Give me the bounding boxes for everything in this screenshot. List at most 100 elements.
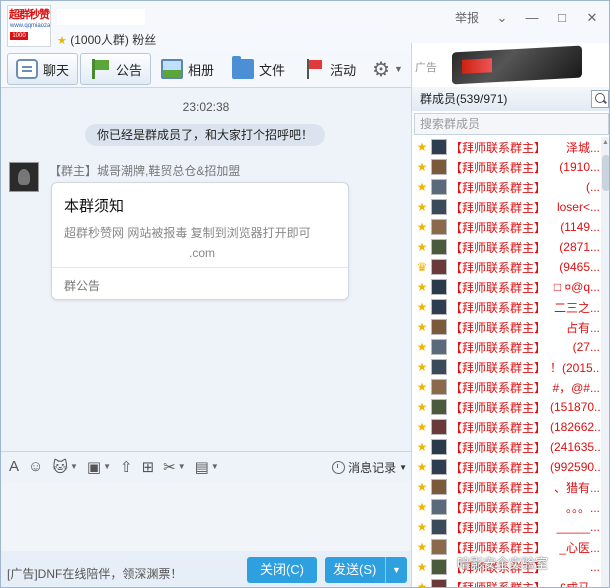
member-tag: 【拜师联系群主】 — [450, 240, 547, 255]
member-avatar[interactable] — [431, 339, 447, 355]
member-row[interactable]: ★ 【拜师联系群主】 £成马... — [412, 577, 600, 587]
member-avatar[interactable] — [431, 399, 447, 415]
chat-messages[interactable]: 23:02:38 你已经是群成员了，和大家打个招呼吧！ 【群主】城哥潮牌,鞋贸总… — [1, 87, 411, 451]
member-row[interactable]: ★ 【拜师联系群主】 (2871... — [412, 237, 600, 257]
member-row[interactable]: ★ 【拜师联系群主】 (... — [412, 177, 600, 197]
member-nickname: (2871... — [559, 240, 600, 254]
member-avatar[interactable] — [431, 239, 447, 255]
member-tag: 【拜师联系群主】 — [450, 440, 547, 455]
emoji-icon[interactable]: ☺ — [28, 458, 43, 475]
member-tag: 【拜师联系群主】 — [450, 400, 547, 415]
message-input[interactable] — [1, 481, 411, 551]
member-avatar[interactable] — [431, 359, 447, 375]
tab-notice-label: 公告 — [116, 62, 143, 78]
close-button[interactable]: 关闭(C) — [247, 557, 317, 583]
member-row[interactable]: ★ 【拜师联系群主】 ！(2015... — [412, 357, 600, 377]
member-row[interactable]: ★ 【拜师联系群主】 。。。... — [412, 497, 600, 517]
group-name-redacted — [57, 9, 145, 25]
tab-chat[interactable]: 聊天 — [7, 53, 79, 85]
member-tag: 【拜师联系群主】 — [450, 500, 547, 515]
scrollbar-thumb[interactable] — [602, 155, 609, 191]
member-nickname: 。。。... — [565, 500, 600, 515]
member-avatar[interactable] — [431, 559, 447, 575]
member-avatar[interactable] — [431, 199, 447, 215]
member-avatar[interactable] — [431, 439, 447, 455]
member-row[interactable]: ★ 【拜师联系群主】 (27... — [412, 337, 600, 357]
font-icon[interactable]: A — [9, 458, 19, 475]
member-avatar[interactable] — [431, 479, 447, 495]
tab-album[interactable]: 相册 — [153, 53, 222, 85]
ad-link[interactable]: [广告]DNF在线陪伴，领深渊票！ — [7, 565, 182, 582]
rank-star-icon: ★ — [416, 240, 428, 254]
rank-star-icon: ★ — [416, 340, 428, 354]
member-row[interactable]: ★ 【拜师联系群主】 loser<... — [412, 197, 600, 217]
chevron-down-icon[interactable]: ▼ — [394, 64, 403, 74]
member-avatar[interactable] — [431, 539, 447, 555]
member-row[interactable]: ♛ 【拜师联系群主】 (9465... — [412, 257, 600, 277]
member-row[interactable]: ★ 【拜师联系群主】 #，@#... — [412, 377, 600, 397]
member-avatar[interactable] — [431, 299, 447, 315]
gift-icon[interactable]: ⊞ — [142, 458, 155, 476]
send-options-chevron-icon[interactable]: ▼ — [385, 557, 407, 583]
tab-files-label: 文件 — [259, 62, 286, 78]
more-icon[interactable]: ▤ ▼ — [195, 458, 219, 476]
ad-banner[interactable]: 广告 — [411, 43, 609, 87]
dropdown-icon[interactable]: ⌄ — [487, 7, 517, 29]
group-avatar[interactable]: 超群秒赞 www.qqmiaozan 1000 — [7, 5, 51, 47]
tab-activity[interactable]: 活动 — [295, 53, 364, 85]
rank-star-icon: ★ — [416, 520, 428, 534]
member-row[interactable]: ★ 【拜师联系群主】 □ ¤@q... — [412, 277, 600, 297]
album-icon — [161, 59, 184, 79]
report-button[interactable]: 举报 — [447, 7, 487, 29]
member-avatar[interactable] — [431, 579, 447, 587]
scroll-up-icon[interactable]: ▲ — [602, 139, 609, 146]
member-avatar[interactable] — [431, 519, 447, 535]
sender-name[interactable]: 【群主】城哥潮牌,鞋贸总仓&招加盟 — [49, 162, 240, 179]
member-avatar[interactable] — [431, 499, 447, 515]
member-avatar[interactable] — [431, 459, 447, 475]
member-scrollbar[interactable]: ▲ — [601, 137, 609, 587]
member-row[interactable]: ★ 【拜师联系群主】 (241635... — [412, 437, 600, 457]
search-icon[interactable] — [591, 90, 609, 108]
rank-star-icon: ★ — [416, 480, 428, 494]
member-avatar[interactable] — [431, 419, 447, 435]
maximize-button[interactable]: □ — [547, 7, 577, 29]
member-row[interactable]: ★ 【拜师联系群主】 _____... — [412, 517, 600, 537]
rank-star-icon: ★ — [416, 460, 428, 474]
announcement-card[interactable]: 本群须知 超群秒赞网 网站被报毒 复制到浏览器打开即可 .com 群公告 — [51, 182, 349, 300]
tab-files[interactable]: 文件 — [224, 53, 293, 85]
member-row[interactable]: ★ 【拜师联系群主】 (992590... — [412, 457, 600, 477]
member-row[interactable]: ★ 【拜师联系群主】 泽城... — [412, 137, 600, 157]
member-avatar[interactable] — [431, 159, 447, 175]
history-button[interactable]: 消息记录 ▼ — [332, 459, 407, 476]
member-search-input[interactable]: 搜索群成员 — [414, 113, 609, 135]
rank-star-icon: ★ — [416, 180, 428, 194]
member-avatar[interactable] — [431, 279, 447, 295]
close-window-button[interactable]: ✕ — [577, 7, 607, 29]
tab-notice[interactable]: 公告 — [80, 53, 152, 85]
member-row[interactable]: ★ 【拜师联系群主】 二三之... — [412, 297, 600, 317]
member-row[interactable]: ★ 【拜师联系群主】 、猎有... — [412, 477, 600, 497]
screenshot-icon[interactable]: ✂ ▼ — [163, 458, 186, 476]
send-button[interactable]: 发送(S) ▼ — [325, 557, 407, 583]
image-icon[interactable]: ▣ ▼ — [87, 458, 111, 476]
settings-gear-icon[interactable]: ⚙ — [372, 57, 390, 82]
message-time: 23:02:38 — [182, 100, 230, 114]
member-row[interactable]: ★ 【拜师联系群主】 (151870... — [412, 397, 600, 417]
member-avatar[interactable] — [431, 319, 447, 335]
member-avatar[interactable] — [431, 139, 447, 155]
member-row[interactable]: ★ 【拜师联系群主】 (182662... — [412, 417, 600, 437]
member-avatar[interactable] — [431, 219, 447, 235]
member-row[interactable]: ★ 【拜师联系群主】 (1910... — [412, 157, 600, 177]
magic-emoji-icon[interactable]: 🐱 ▼ — [52, 458, 78, 476]
upload-icon[interactable]: ⇧ — [120, 458, 133, 476]
member-row[interactable]: ★ 【拜师联系群主】 (1149... — [412, 217, 600, 237]
member-avatar[interactable] — [431, 259, 447, 275]
rank-star-icon: ★ — [416, 200, 428, 214]
member-avatar[interactable] — [431, 179, 447, 195]
member-avatar[interactable] — [431, 379, 447, 395]
minimize-button[interactable]: — — [517, 7, 547, 29]
member-row[interactable]: ★ 【拜师联系群主】 占有... — [412, 317, 600, 337]
rank-star-icon: ★ — [416, 220, 428, 234]
sender-avatar[interactable] — [9, 162, 39, 192]
